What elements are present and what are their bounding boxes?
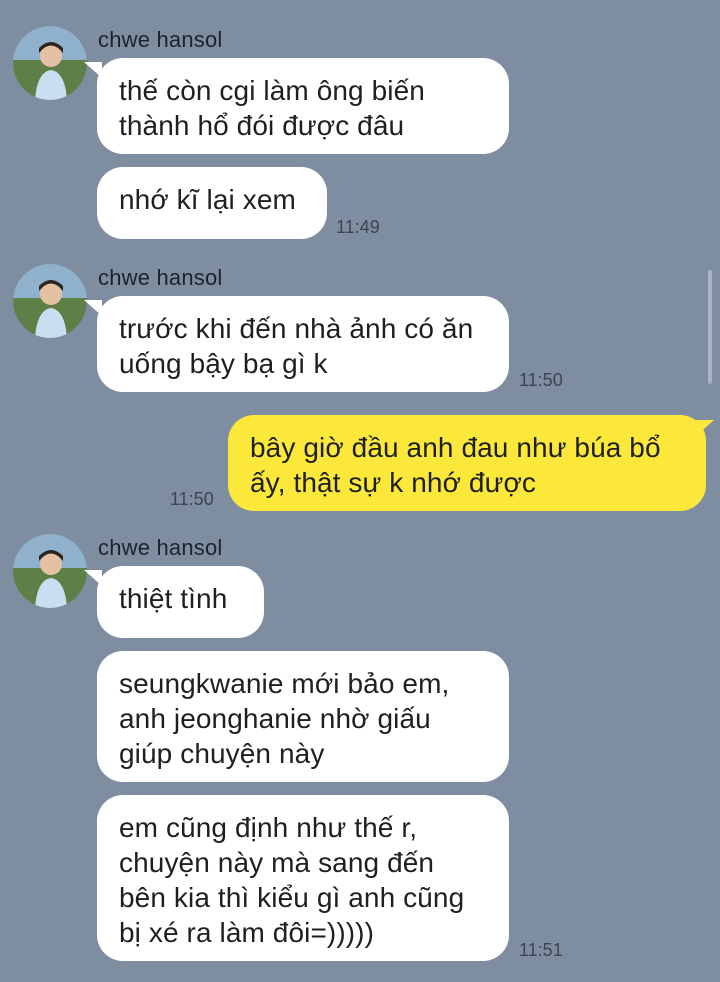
sender-name: chwe hansol [98, 27, 223, 52]
message-bubble[interactable]: em cũng định như thế r, chuyện này mà sa… [97, 795, 509, 961]
message-bubble[interactable]: seungkwanie mới bảo em, anh jeonghanie n… [97, 651, 509, 782]
message-bubble[interactable]: thế còn cgi làm ông biến thành hổ đói đư… [97, 58, 509, 154]
message-timestamp: 11:51 [519, 940, 563, 960]
message-timestamp: 11:50 [519, 370, 563, 390]
avatar-photo-icon [13, 264, 87, 338]
message-timestamp: 11:49 [336, 217, 380, 237]
scrollbar[interactable] [708, 270, 712, 384]
message-bubble[interactable]: nhớ kĩ lại xem [97, 167, 327, 239]
message-bubble[interactable]: thiệt tình [97, 566, 264, 638]
bubble-tail [696, 420, 714, 436]
sender-avatar[interactable] [13, 26, 87, 100]
message-bubble[interactable]: trước khi đến nhà ảnh có ăn uống bậy bạ … [97, 296, 509, 392]
avatar-photo-icon [13, 534, 87, 608]
sender-avatar[interactable] [13, 264, 87, 338]
my-message-bubble[interactable]: bây giờ đầu anh đau như búa bổ ấy, thật … [228, 415, 706, 511]
sender-name: chwe hansol [98, 265, 223, 290]
message-timestamp: 11:50 [170, 489, 214, 509]
sender-avatar[interactable] [13, 534, 87, 608]
avatar-photo-icon [13, 26, 87, 100]
chat-view[interactable]: chwe hansol thế còn cgi làm ông biến thà… [0, 0, 720, 982]
sender-name: chwe hansol [98, 535, 223, 560]
